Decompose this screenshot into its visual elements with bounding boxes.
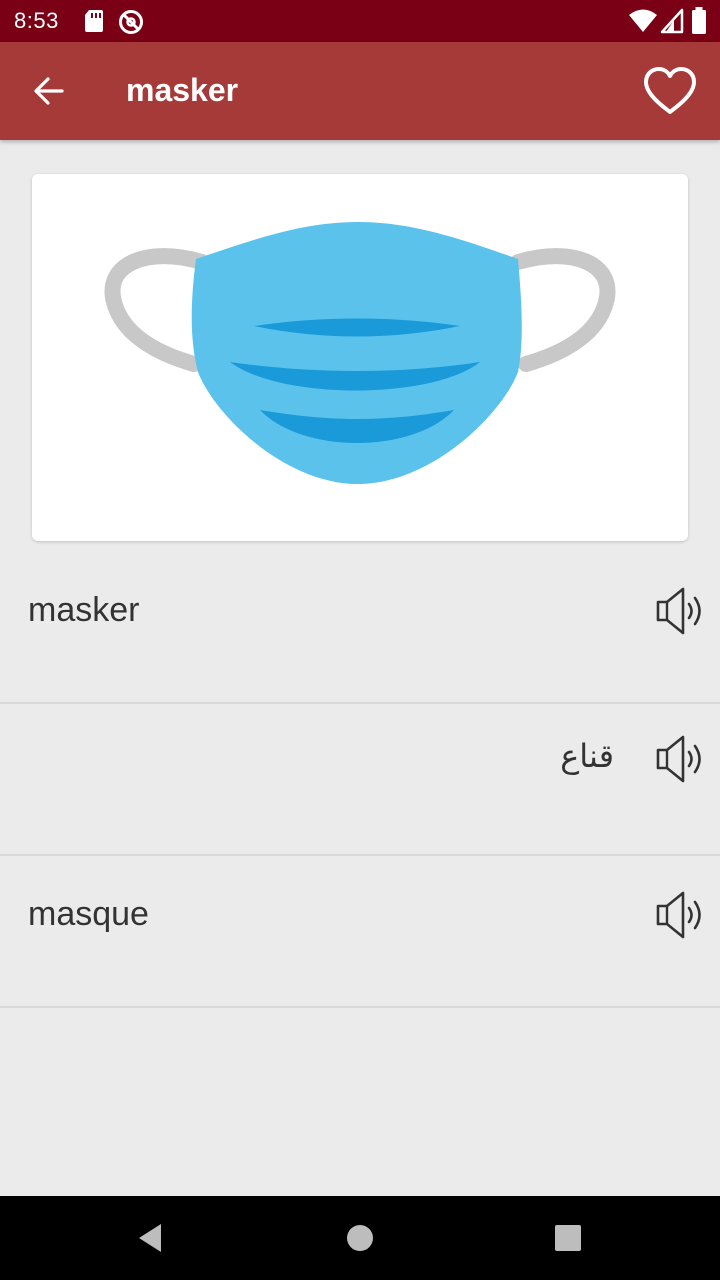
status-bar: 8:53	[0, 0, 720, 42]
translation-word: masque	[28, 895, 149, 933]
face-mask-icon	[104, 222, 616, 484]
speaker-icon[interactable]	[654, 889, 706, 941]
back-triangle-icon[interactable]	[131, 1218, 171, 1258]
translation-row: قناع	[0, 705, 720, 856]
word-image-card	[32, 174, 688, 541]
do-not-disturb-icon	[119, 10, 143, 34]
speaker-icon[interactable]	[654, 585, 706, 637]
page-title: masker	[126, 72, 239, 108]
signal-icon	[660, 8, 684, 34]
translation-row: masque	[0, 857, 720, 1008]
status-time: 8:53	[14, 8, 59, 33]
wifi-icon	[629, 9, 657, 32]
heart-outline-icon[interactable]	[643, 67, 697, 117]
translation-word: masker	[28, 591, 140, 629]
app-bar: masker	[0, 42, 720, 140]
arrow-left-icon[interactable]	[28, 71, 68, 111]
translation-row: masker	[0, 553, 720, 704]
sd-card-icon	[85, 10, 103, 32]
battery-icon	[692, 7, 706, 34]
home-circle-icon[interactable]	[340, 1218, 380, 1258]
system-nav-bar	[0, 1196, 720, 1280]
speaker-icon[interactable]	[654, 733, 706, 785]
translation-word: قناع	[560, 737, 614, 775]
recents-square-icon[interactable]	[548, 1218, 588, 1258]
